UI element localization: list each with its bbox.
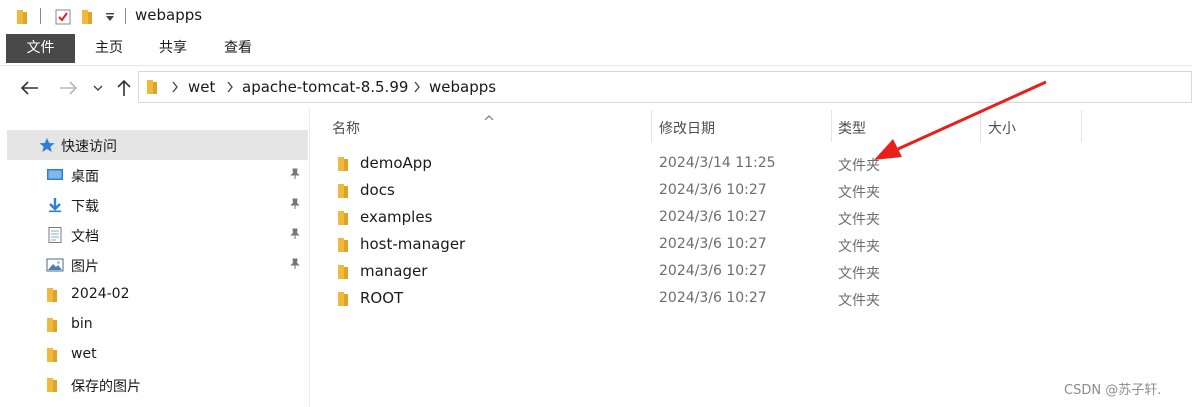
- sidebar-item-2024-02[interactable]: 2024-02: [0, 280, 309, 310]
- table-row[interactable]: docs 2024/3/6 10:27 文件夹: [310, 178, 1192, 205]
- folder-icon: [337, 237, 351, 257]
- column-divider[interactable]: [831, 110, 832, 142]
- sidebar-item-downloads[interactable]: 下载: [0, 190, 309, 220]
- up-arrow-icon[interactable]: [113, 77, 135, 99]
- file-date: 2024/3/6 10:27: [659, 209, 767, 225]
- folder-icon: [337, 264, 351, 284]
- separator: [125, 8, 126, 24]
- file-name: examples: [360, 208, 433, 226]
- folder-icon: [46, 377, 64, 393]
- sidebar-item-label: 下载: [71, 199, 99, 215]
- file-date: 2024/3/6 10:27: [659, 290, 767, 306]
- table-row[interactable]: manager 2024/3/6 10:27 文件夹: [310, 259, 1192, 286]
- properties-icon[interactable]: [55, 8, 71, 26]
- sidebar-item-label: 2024-02: [71, 286, 130, 302]
- file-date: 2024/3/6 10:27: [659, 182, 767, 198]
- file-type: 文件夹: [838, 239, 880, 255]
- ribbon: 文件 主页 共享 查看: [0, 34, 1192, 66]
- address-bar[interactable]: wet apache-tomcat-8.5.99 webapps: [138, 71, 1192, 103]
- pin-icon[interactable]: [289, 198, 301, 214]
- sort-ascending-icon: [484, 109, 494, 125]
- star-icon: [38, 137, 56, 153]
- folder-icon: [337, 183, 351, 203]
- table-row[interactable]: host-manager 2024/3/6 10:27 文件夹: [310, 232, 1192, 259]
- window-title: webapps: [135, 6, 203, 24]
- pin-icon[interactable]: [289, 228, 301, 244]
- sidebar-item-desktop[interactable]: 桌面: [0, 160, 309, 190]
- file-type: 文件夹: [838, 158, 880, 174]
- file-date: 2024/3/6 10:27: [659, 263, 767, 279]
- folder-icon: [46, 347, 64, 363]
- separator: [40, 8, 41, 24]
- tab-share[interactable]: 共享: [146, 34, 200, 63]
- chevron-right-icon[interactable]: [171, 81, 179, 97]
- chevron-right-icon[interactable]: [226, 81, 234, 97]
- breadcrumb-wet[interactable]: wet: [188, 78, 215, 96]
- sidebar-item-wet[interactable]: wet: [0, 340, 309, 370]
- file-date: 2024/3/14 11:25: [659, 155, 776, 171]
- pin-icon[interactable]: [289, 168, 301, 184]
- column-divider[interactable]: [980, 110, 981, 142]
- column-divider[interactable]: [1081, 110, 1082, 142]
- file-name: host-manager: [360, 235, 466, 253]
- table-row[interactable]: ROOT 2024/3/6 10:27 文件夹: [310, 286, 1192, 313]
- customize-quick-access-icon[interactable]: [105, 8, 115, 26]
- desktop-icon: [46, 167, 64, 183]
- sidebar-item-label: 桌面: [71, 169, 99, 185]
- forward-arrow-icon[interactable]: [57, 77, 79, 99]
- file-list: 名称 修改日期 类型 大小 demoApp 2024/3/14 11:25 文件…: [310, 108, 1192, 407]
- sidebar-item-label: 保存的图片: [71, 379, 141, 395]
- download-icon: [46, 197, 64, 213]
- tab-view[interactable]: 查看: [211, 34, 265, 63]
- column-header-date[interactable]: 修改日期: [659, 118, 715, 138]
- file-name: ROOT: [360, 289, 404, 307]
- navigation-bar: wet apache-tomcat-8.5.99 webapps: [0, 66, 1192, 108]
- sidebar-item-label: 图片: [71, 259, 99, 275]
- folder-icon: [337, 210, 351, 230]
- chevron-right-icon[interactable]: [413, 81, 421, 97]
- sidebar-item-bin[interactable]: bin: [0, 310, 309, 340]
- table-row[interactable]: examples 2024/3/6 10:27 文件夹: [310, 205, 1192, 232]
- sidebar-item-saved-pictures[interactable]: 保存的图片: [0, 370, 309, 400]
- sidebar-item-label: bin: [71, 316, 93, 332]
- tab-file[interactable]: 文件: [6, 34, 75, 63]
- navigation-pane: 快速访问 桌面 下载 文档 图片 2024-02 bin wet 保存的图片: [0, 108, 310, 407]
- file-date: 2024/3/6 10:27: [659, 236, 767, 252]
- pictures-icon: [46, 257, 64, 273]
- file-name: manager: [360, 262, 428, 280]
- sidebar-item-pictures[interactable]: 图片: [0, 250, 309, 280]
- pin-icon[interactable]: [289, 258, 301, 274]
- file-type: 文件夹: [838, 293, 880, 309]
- breadcrumb-apache-tomcat[interactable]: apache-tomcat-8.5.99: [242, 78, 408, 96]
- tab-home[interactable]: 主页: [82, 34, 136, 63]
- folder-icon: [46, 287, 64, 303]
- folder-icon: [46, 317, 64, 333]
- column-header-name[interactable]: 名称: [332, 118, 360, 138]
- sidebar-item-label: 快速访问: [61, 139, 117, 155]
- folder-icon: [337, 156, 351, 176]
- folder-icon: [16, 8, 30, 26]
- column-header-size[interactable]: 大小: [988, 118, 1016, 138]
- document-icon: [46, 227, 64, 243]
- folder-icon: [337, 291, 351, 311]
- file-type: 文件夹: [838, 185, 880, 201]
- back-arrow-icon[interactable]: [19, 77, 41, 99]
- title-bar: webapps: [0, 0, 1192, 34]
- folder-icon: [146, 79, 160, 99]
- sidebar-item-label: wet: [71, 346, 97, 362]
- new-folder-icon[interactable]: [81, 8, 95, 26]
- column-divider[interactable]: [651, 110, 652, 142]
- file-name: demoApp: [360, 154, 432, 172]
- sidebar-item-documents[interactable]: 文档: [0, 220, 309, 250]
- watermark: CSDN @苏子轩.: [1064, 383, 1162, 398]
- table-row[interactable]: demoApp 2024/3/14 11:25 文件夹: [310, 151, 1192, 178]
- file-type: 文件夹: [838, 212, 880, 228]
- file-name: docs: [360, 181, 395, 199]
- sidebar-item-label: 文档: [71, 229, 99, 245]
- column-header-type[interactable]: 类型: [838, 118, 866, 138]
- recent-locations-chevron-icon[interactable]: [87, 77, 109, 99]
- file-type: 文件夹: [838, 266, 880, 282]
- breadcrumb-webapps[interactable]: webapps: [429, 78, 496, 96]
- sidebar-item-quick-access[interactable]: 快速访问: [7, 130, 308, 160]
